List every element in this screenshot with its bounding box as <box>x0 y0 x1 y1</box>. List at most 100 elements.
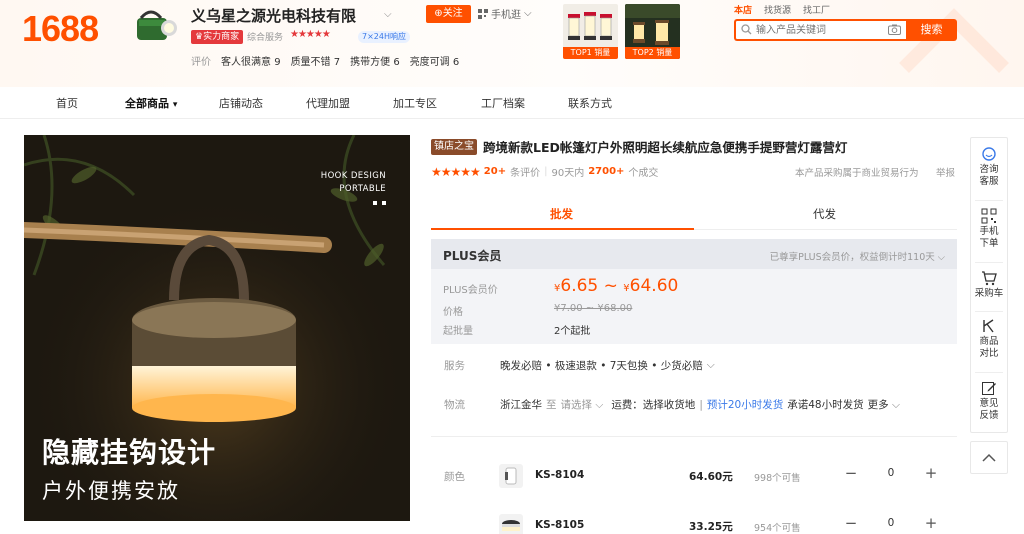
original-price: ¥7.00 ~ ¥68.00 <box>554 303 633 314</box>
more-button[interactable]: 更多 ⌵ <box>868 397 900 412</box>
rating-label: 评价 <box>191 57 211 68</box>
divider: | <box>544 166 548 177</box>
follow-button[interactable]: ⊕关注 <box>426 5 471 23</box>
store-avatar[interactable] <box>131 4 179 48</box>
rating-tag[interactable]: 携带方便 6 <box>350 53 400 68</box>
product-title-row: 镇店之宝 跨境新款LED帐篷灯户外照明超长续航应急便携手提野营灯露营灯 <box>431 137 847 156</box>
nav-contact[interactable]: 联系方式 <box>568 95 612 111</box>
plus-note[interactable]: 已尊享PLUS会员价，权益倒计时110天 ⌵ <box>770 249 945 263</box>
plus-icon: ⊕ <box>434 8 443 19</box>
chevron-down-icon: ⌵ <box>706 359 715 371</box>
qr-icon <box>478 8 488 19</box>
chevron-down-icon: ▾ <box>172 100 178 110</box>
rating-tag[interactable]: 质量不错 7 <box>291 53 341 68</box>
minus-button[interactable]: − <box>841 514 861 532</box>
nav-agency[interactable]: 代理加盟 <box>306 95 350 111</box>
store-name[interactable]: 义乌星之源光电科技有限 <box>191 5 356 26</box>
search-input[interactable] <box>756 23 876 37</box>
service-value[interactable]: 晚发必赔 • 极速退款 • 7天包换 • 少货必赔 ⌵ <box>500 358 715 373</box>
chevron-down-icon: ⌵ <box>524 8 532 19</box>
logistics-label: 物流 <box>444 399 465 411</box>
rating-tag-label: 客人很满意 <box>221 57 271 68</box>
mobile-order-button[interactable]: 手机 下单 <box>971 208 1007 250</box>
sidebar-label: 客服 <box>979 176 999 187</box>
page: { "header": { "logo": "1688", "store_nam… <box>0 0 1024 534</box>
service-text: 晚发必赔 • 极速退款 • 7天包换 • 少货必赔 <box>500 360 703 372</box>
top-tag: TOP2 销量 <box>625 47 680 59</box>
rating-tag-count: 6 <box>393 57 400 68</box>
customer-service-button[interactable]: 咨询 客服 <box>971 146 1007 188</box>
rating-tag[interactable]: 客人很满意 9 <box>221 53 281 68</box>
nav-all-products[interactable]: 全部商品 ▾ <box>125 95 177 111</box>
freight-text: 运费：选择收货地 <box>611 399 696 411</box>
quantity-value[interactable]: 0 <box>888 467 895 479</box>
response-badge: 7×24H响应 <box>358 31 410 43</box>
mobile-browse-button[interactable]: 手机逛 ⌵ <box>478 6 532 21</box>
nav-home[interactable]: 首页 <box>56 95 78 111</box>
floating-toolbar: 咨询 客服 手机 下单 采购车 商品 对比 意见 反馈 <box>970 137 1008 433</box>
tab-dropship[interactable]: 代发 <box>813 206 836 222</box>
plus-button[interactable]: + <box>921 514 941 532</box>
search-button[interactable]: 搜索 <box>906 19 957 41</box>
store-nav: 首页 全部商品 ▾ 店铺动态 代理加盟 加工专区 工厂档案 联系方式 <box>0 87 1024 119</box>
sidebar-label: 反馈 <box>979 410 999 421</box>
cart-button[interactable]: 采购车 <box>971 270 1007 300</box>
rating-tag-label: 亮度可调 <box>409 57 450 68</box>
service-score-label: 综合服务 <box>247 33 284 43</box>
chevron-down-icon: ⌵ <box>595 399 604 411</box>
divider <box>975 372 1003 373</box>
camera-icon[interactable] <box>888 24 901 35</box>
divider <box>975 200 1003 201</box>
quantity-stepper: − 0 + <box>841 461 941 485</box>
review-count[interactable]: 20+ <box>484 166 506 177</box>
back-to-top-button[interactable] <box>970 441 1008 474</box>
purchase-mode-tabs: 批发 代发 <box>431 196 957 230</box>
service-stars: ★★★★★ <box>290 29 331 40</box>
sidebar-label: 商品 <box>979 336 999 347</box>
report-link[interactable]: 举报 <box>936 165 955 179</box>
plus-price-panel: PLUS会员 已尊享PLUS会员价，权益倒计时110天 ⌵ PLUS会员价 ¥6… <box>431 239 957 344</box>
product-rating-row: ★★★★★ 20+ 条评价 | 90天内 2700+ 个成交 <box>431 164 658 180</box>
minus-button[interactable]: − <box>841 464 861 482</box>
destination-select[interactable]: 请选择 ⌵ <box>561 397 604 412</box>
top-product-thumb-2[interactable]: TOP2 销量 <box>625 4 680 59</box>
tab-wholesale[interactable]: 批发 <box>550 206 573 222</box>
service-label: 服务 <box>444 360 465 372</box>
compare-button[interactable]: 商品 对比 <box>971 318 1007 360</box>
plus-button[interactable]: + <box>921 464 941 482</box>
nav-store-news[interactable]: 店铺动态 <box>219 95 263 111</box>
cart-icon <box>982 271 997 286</box>
image-caption-sub: 户外便携安放 <box>42 479 180 503</box>
hook-design-text: HOOK DESIGN PORTABLE <box>321 170 386 196</box>
hook-line-2: PORTABLE <box>339 184 386 194</box>
quantity-value[interactable]: 0 <box>888 517 895 529</box>
rating-tag-count: 6 <box>452 57 460 68</box>
nav-factory-profile[interactable]: 工厂档案 <box>481 95 525 111</box>
variant-row: KS-8104 64.60元 998个可售 − 0 + <box>431 456 957 496</box>
top-product-thumb-1[interactable]: TOP1 销量 <box>563 4 618 59</box>
scope-this-store[interactable]: 本店 <box>734 3 752 16</box>
rating-tag[interactable]: 亮度可调 6 <box>410 53 460 68</box>
sold-count: 2700+ <box>588 166 625 177</box>
scope-find-factory[interactable]: 找工厂 <box>803 3 830 16</box>
sidebar-label: 意见 <box>979 398 999 409</box>
feedback-button[interactable]: 意见 反馈 <box>971 380 1007 422</box>
divider <box>975 262 1003 263</box>
search-box <box>734 19 906 41</box>
product-main-image[interactable]: HOOK DESIGN PORTABLE 隐藏挂钩设计 户外便携安放 <box>24 135 410 521</box>
variant-name: KS-8104 <box>535 469 585 481</box>
variant-thumbnail[interactable] <box>499 514 523 534</box>
period-label: 90天内 <box>551 168 585 179</box>
nav-processing[interactable]: 加工专区 <box>393 95 437 111</box>
chevron-down-icon[interactable]: ⌵ <box>384 9 392 20</box>
original-price-label: 价格 <box>443 307 463 318</box>
to-label: 至 <box>546 399 557 411</box>
scope-find-source[interactable]: 找货源 <box>764 3 791 16</box>
image-caption-main: 隐藏挂钩设计 <box>42 436 217 469</box>
ship-promise: 承诺48小时发货 <box>787 399 864 411</box>
site-logo[interactable]: 1688 <box>22 8 99 50</box>
hook-line-1: HOOK DESIGN <box>320 171 386 181</box>
compare-icon <box>983 319 994 333</box>
sidebar-label: 采购车 <box>974 288 1004 299</box>
variant-thumbnail[interactable] <box>499 464 523 488</box>
